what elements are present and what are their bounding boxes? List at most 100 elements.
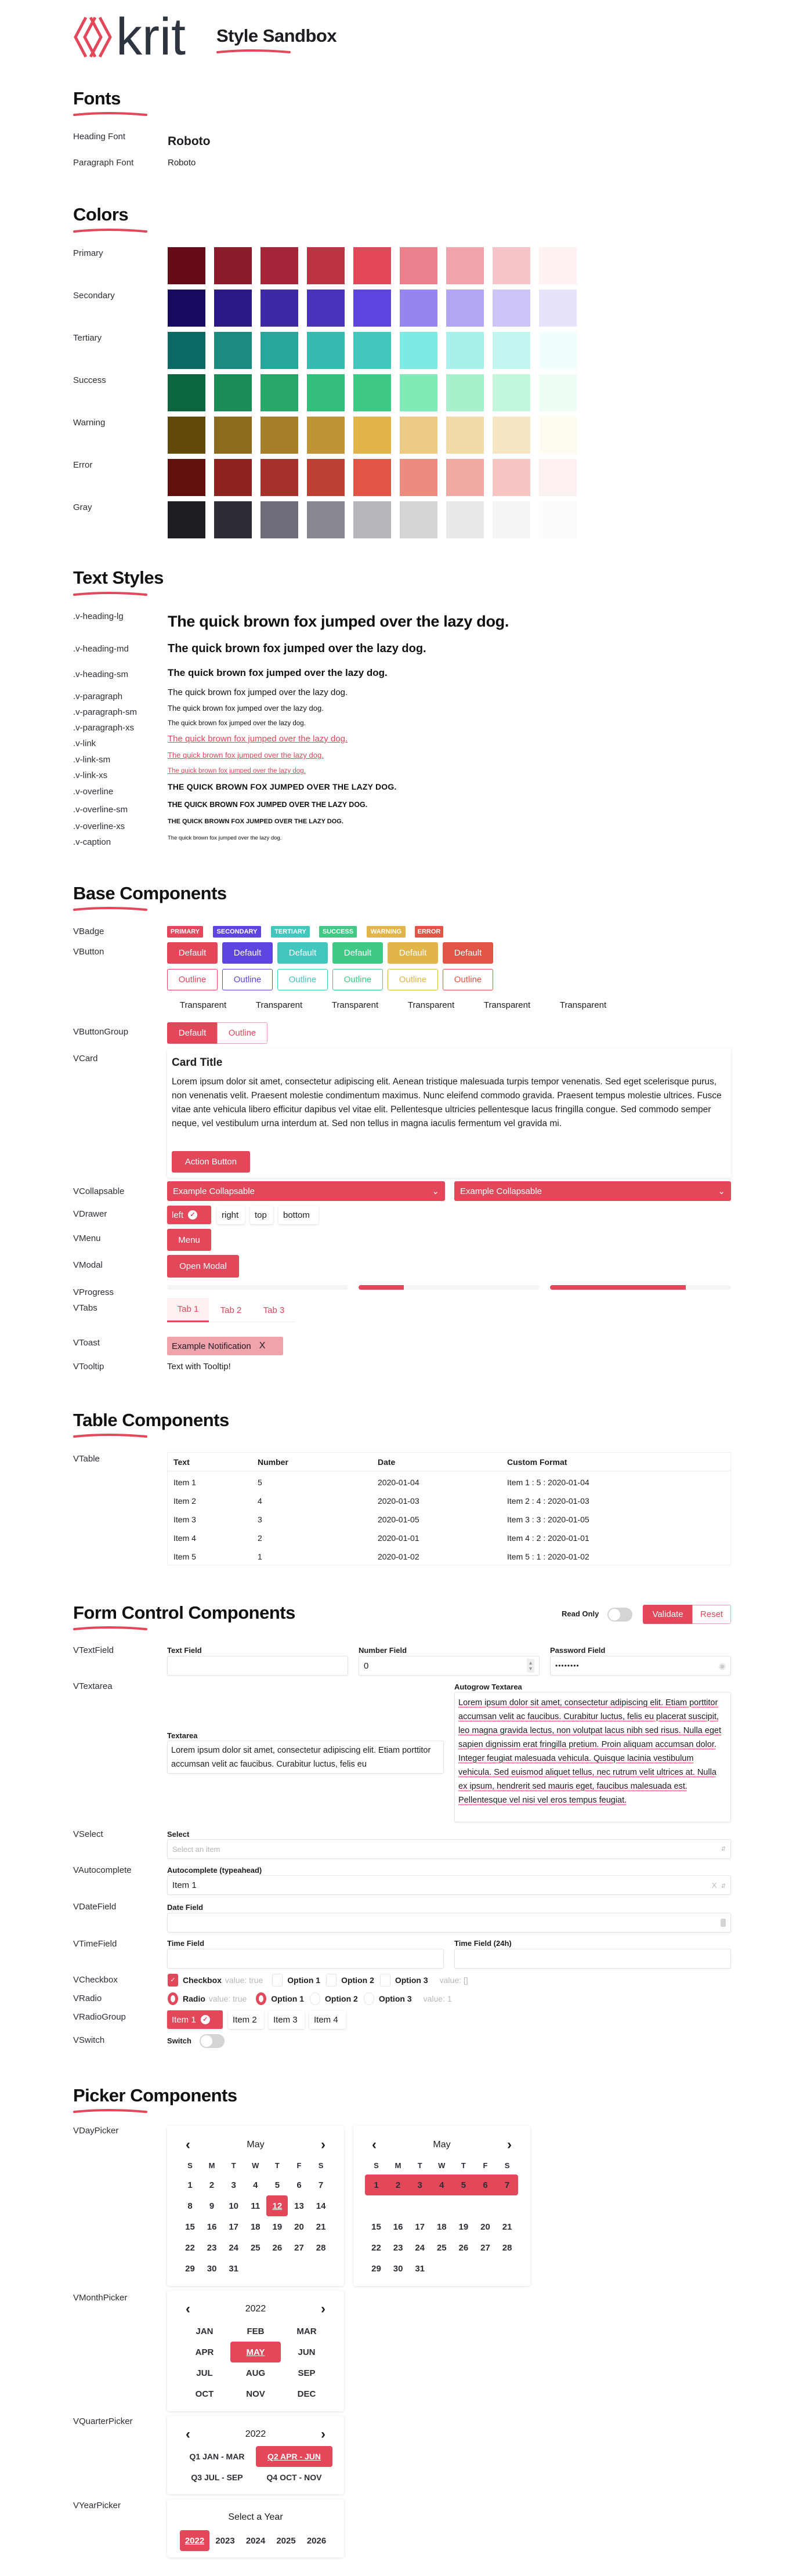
button-warning-default[interactable]: Default xyxy=(388,942,438,964)
radio-selected[interactable] xyxy=(168,1992,178,2005)
day-cell[interactable]: 12 xyxy=(453,2195,474,2216)
quarter-cell[interactable]: Q3 JUL - SEP xyxy=(179,2467,255,2488)
month-cell[interactable]: JAN xyxy=(179,2321,230,2342)
day-cell[interactable]: 21 xyxy=(310,2216,332,2237)
day-cell[interactable]: 2 xyxy=(388,2175,409,2195)
day-cell[interactable]: 23 xyxy=(388,2237,409,2258)
day-cell[interactable]: 19 xyxy=(453,2216,474,2237)
day-cell[interactable]: 7 xyxy=(310,2175,332,2195)
color-swatch[interactable] xyxy=(446,417,484,454)
color-swatch[interactable] xyxy=(446,247,484,284)
radio-option-3[interactable] xyxy=(363,1992,374,2005)
day-cell[interactable]: 31 xyxy=(409,2258,430,2279)
color-swatch[interactable] xyxy=(400,459,437,496)
day-cell[interactable]: 28 xyxy=(497,2237,518,2258)
color-swatch[interactable] xyxy=(539,374,577,411)
table-column-header[interactable]: Number xyxy=(258,1457,288,1467)
color-swatch[interactable] xyxy=(168,374,205,411)
time-field-input[interactable] xyxy=(167,1949,444,1969)
autogrow-textarea-input[interactable]: Lorem ipsum dolor sit amet, consectetur … xyxy=(454,1692,731,1822)
eye-icon[interactable]: ◉ xyxy=(719,1661,726,1671)
color-swatch[interactable] xyxy=(353,290,391,327)
radio-option-1-selected[interactable] xyxy=(256,1992,267,2005)
chevron-right-icon[interactable]: › xyxy=(321,2427,325,2441)
day-cell[interactable]: 18 xyxy=(245,2216,266,2237)
day-cell[interactable]: 7 xyxy=(497,2175,518,2195)
year-cell[interactable]: 2026 xyxy=(302,2530,331,2551)
color-swatch[interactable] xyxy=(214,459,252,496)
calendar-icon[interactable] xyxy=(721,1919,726,1927)
color-swatch[interactable] xyxy=(260,374,298,411)
day-cell[interactable]: 15 xyxy=(179,2216,201,2237)
button-warning-transparent[interactable]: Transparent xyxy=(484,1000,530,1010)
color-swatch[interactable] xyxy=(400,290,437,327)
table-column-header[interactable]: Text xyxy=(173,1457,190,1467)
month-cell[interactable]: APR xyxy=(179,2342,230,2362)
drawer-option-left[interactable]: left ✓ xyxy=(167,1206,211,1224)
day-cell[interactable]: 30 xyxy=(388,2258,409,2279)
tab-1[interactable]: Tab 1 xyxy=(167,1298,209,1322)
read-only-toggle[interactable] xyxy=(607,1608,632,1622)
day-cell[interactable]: 23 xyxy=(201,2237,223,2258)
color-swatch[interactable] xyxy=(353,501,391,538)
color-swatch[interactable] xyxy=(214,290,252,327)
day-cell[interactable]: 6 xyxy=(288,2175,310,2195)
text-style-sample[interactable]: The quick brown fox jumped over the lazy… xyxy=(168,734,348,744)
day-cell[interactable]: 3 xyxy=(223,2175,244,2195)
button-success-default[interactable]: Default xyxy=(332,942,383,964)
color-swatch[interactable] xyxy=(353,459,391,496)
tab-2[interactable]: Tab 2 xyxy=(210,1298,252,1322)
autocomplete-input[interactable]: Item 1 X ⇵ xyxy=(167,1875,731,1895)
day-cell[interactable]: 8 xyxy=(366,2195,387,2216)
color-swatch[interactable] xyxy=(168,459,205,496)
radio-group-item-3[interactable]: Item 3 xyxy=(269,2010,305,2029)
color-swatch[interactable] xyxy=(493,290,530,327)
month-cell[interactable]: JUL xyxy=(179,2362,230,2383)
tab-3[interactable]: Tab 3 xyxy=(253,1298,295,1322)
color-swatch[interactable] xyxy=(214,501,252,538)
color-swatch[interactable] xyxy=(307,247,345,284)
radio-group-item-2[interactable]: Item 2 xyxy=(228,2010,264,2029)
day-cell[interactable]: 8 xyxy=(179,2195,201,2216)
radio-group-item-4[interactable]: Item 4 xyxy=(309,2010,346,2029)
button-warning-outline[interactable]: Outline xyxy=(388,969,438,990)
switch-toggle[interactable] xyxy=(200,2034,225,2048)
select-input[interactable]: Select an item ⇵ xyxy=(167,1839,731,1859)
color-swatch[interactable] xyxy=(493,501,530,538)
time-field-24h-input[interactable] xyxy=(454,1949,731,1969)
day-cell[interactable]: 13 xyxy=(288,2195,310,2216)
day-cell[interactable]: 9 xyxy=(388,2195,409,2216)
month-cell[interactable]: FEB xyxy=(230,2321,281,2342)
table-column-header[interactable]: Date xyxy=(378,1457,395,1467)
color-swatch[interactable] xyxy=(168,247,205,284)
quarter-cell[interactable]: Q1 JAN - MAR xyxy=(179,2446,255,2467)
quarter-cell[interactable]: Q4 OCT - NOV xyxy=(256,2467,332,2488)
month-cell[interactable]: AUG xyxy=(230,2362,281,2383)
day-cell[interactable]: 29 xyxy=(179,2258,201,2279)
collapsable-2[interactable]: Example Collapsable ⌄ xyxy=(454,1181,731,1201)
color-swatch[interactable] xyxy=(400,332,437,369)
color-swatch[interactable] xyxy=(307,290,345,327)
day-cell[interactable]: 11 xyxy=(431,2195,453,2216)
button-group-default[interactable]: Default xyxy=(167,1022,218,1044)
color-swatch[interactable] xyxy=(493,459,530,496)
reset-button[interactable]: Reset xyxy=(692,1605,731,1624)
button-secondary-outline[interactable]: Outline xyxy=(222,969,273,990)
table-column-header[interactable]: Custom Format xyxy=(507,1457,567,1467)
day-cell[interactable]: 27 xyxy=(288,2237,310,2258)
color-swatch[interactable] xyxy=(539,290,577,327)
drawer-option-right[interactable]: right xyxy=(217,1206,245,1224)
year-cell[interactable]: 2022 xyxy=(180,2530,209,2551)
text-field-input[interactable] xyxy=(167,1656,348,1676)
radio-group-item-1[interactable]: Item 1 ✓ xyxy=(167,2010,223,2029)
button-tertiary-default[interactable]: Default xyxy=(277,942,328,964)
day-cell[interactable]: 5 xyxy=(453,2175,474,2195)
collapsable-1[interactable]: Example Collapsable ⌄ xyxy=(167,1181,445,1201)
day-cell[interactable]: 20 xyxy=(288,2216,310,2237)
button-group-outline[interactable]: Outline xyxy=(217,1022,267,1044)
color-swatch[interactable] xyxy=(214,374,252,411)
button-error-default[interactable]: Default xyxy=(443,942,493,964)
clear-icon[interactable]: X xyxy=(712,1881,717,1890)
month-cell[interactable]: MAR xyxy=(281,2321,332,2342)
color-swatch[interactable] xyxy=(493,417,530,454)
